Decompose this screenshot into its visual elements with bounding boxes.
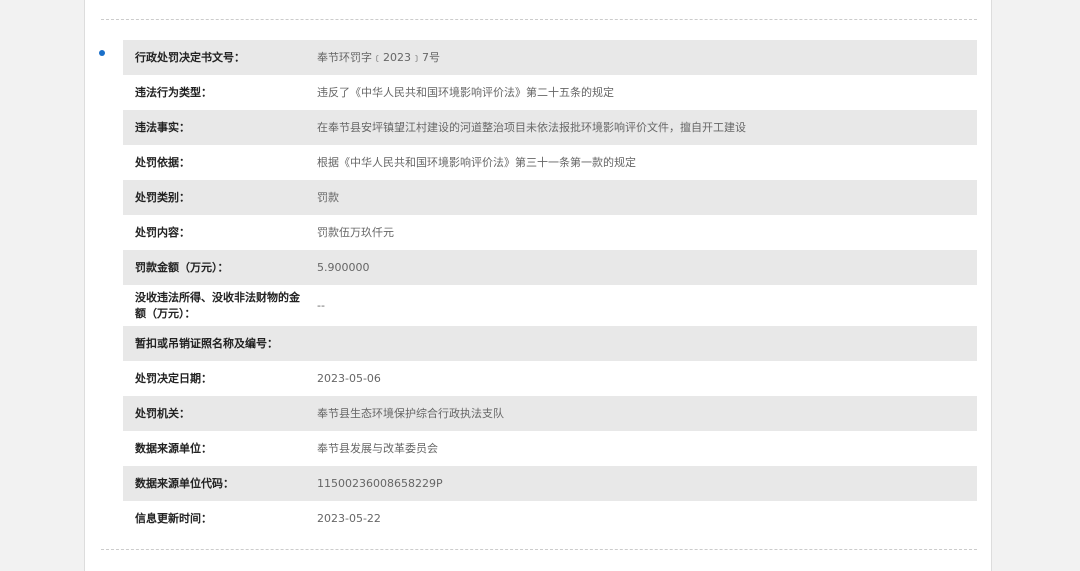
value-violation-facts: 在奉节县安坪镇望江村建设的河道整治项目未依法报批环境影响评价文件，擅自开工建设 bbox=[317, 120, 746, 134]
row-penalty-category: 处罚类别： 罚款 bbox=[123, 180, 977, 215]
row-penalty-content: 处罚内容： 罚款伍万玖仟元 bbox=[123, 215, 977, 250]
value-data-source-code: 11500236008658229P bbox=[317, 476, 443, 490]
label-confiscation-amount: 没收违法所得、没收非法财物的金额（万元）： bbox=[135, 290, 300, 320]
value-penalty-category: 罚款 bbox=[317, 190, 339, 204]
label-fine-amount: 罚款金额（万元）： bbox=[135, 260, 229, 274]
row-penalty-basis: 处罚依据： 根据《中华人民共和国环境影响评价法》第三十一条第一款的规定 bbox=[123, 145, 977, 180]
label-violation-facts: 违法事实： bbox=[135, 120, 190, 134]
label-update-time: 信息更新时间： bbox=[135, 511, 212, 525]
row-data-source: 数据来源单位： 奉节县发展与改革委员会 bbox=[123, 431, 977, 466]
value-penalty-basis: 根据《中华人民共和国环境影响评价法》第三十一条第一款的规定 bbox=[317, 155, 636, 169]
label-decision-date: 处罚决定日期： bbox=[135, 371, 212, 385]
row-violation-type: 违法行为类型： 违反了《中华人民共和国环境影响评价法》第二十五条的规定 bbox=[123, 75, 977, 110]
value-confiscation-amount: -- bbox=[317, 298, 325, 312]
label-penalty-content: 处罚内容： bbox=[135, 225, 190, 239]
bottom-divider bbox=[101, 549, 977, 550]
label-penalty-authority: 处罚机关： bbox=[135, 406, 190, 420]
top-divider bbox=[101, 19, 977, 20]
label-violation-type: 违法行为类型： bbox=[135, 85, 212, 99]
value-decision-date: 2023-05-06 bbox=[317, 371, 381, 385]
row-license-revocation: 暂扣或吊销证照名称及编号： bbox=[123, 326, 977, 361]
row-update-time: 信息更新时间： 2023-05-22 bbox=[123, 501, 977, 536]
row-data-source-code: 数据来源单位代码： 11500236008658229P bbox=[123, 466, 977, 501]
value-penalty-authority: 奉节县生态环境保护综合行政执法支队 bbox=[317, 406, 504, 420]
value-data-source: 奉节县发展与改革委员会 bbox=[317, 441, 438, 455]
label-decision-number: 行政处罚决定书文号： bbox=[135, 50, 245, 64]
value-violation-type: 违反了《中华人民共和国环境影响评价法》第二十五条的规定 bbox=[317, 85, 614, 99]
list-bullet bbox=[99, 50, 105, 56]
label-penalty-category: 处罚类别： bbox=[135, 190, 190, 204]
label-license-revocation: 暂扣或吊销证照名称及编号： bbox=[135, 336, 278, 350]
row-decision-number: 行政处罚决定书文号： 奉节环罚字﹝2023﹞7号 bbox=[123, 40, 977, 75]
row-violation-facts: 违法事实： 在奉节县安坪镇望江村建设的河道整治项目未依法报批环境影响评价文件，擅… bbox=[123, 110, 977, 145]
label-penalty-basis: 处罚依据： bbox=[135, 155, 190, 169]
label-data-source: 数据来源单位： bbox=[135, 441, 212, 455]
record-panel: 行政处罚决定书文号： 奉节环罚字﹝2023﹞7号 违法行为类型： 违反了《中华人… bbox=[84, 0, 992, 571]
value-update-time: 2023-05-22 bbox=[317, 511, 381, 525]
row-confiscation-amount: 没收违法所得、没收非法财物的金额（万元）： -- bbox=[123, 285, 977, 326]
value-penalty-content: 罚款伍万玖仟元 bbox=[317, 225, 394, 239]
label-data-source-code: 数据来源单位代码： bbox=[135, 476, 234, 490]
value-fine-amount: 5.900000 bbox=[317, 260, 370, 274]
row-fine-amount: 罚款金额（万元）： 5.900000 bbox=[123, 250, 977, 285]
record-table: 行政处罚决定书文号： 奉节环罚字﹝2023﹞7号 违法行为类型： 违反了《中华人… bbox=[123, 40, 977, 536]
row-penalty-authority: 处罚机关： 奉节县生态环境保护综合行政执法支队 bbox=[123, 396, 977, 431]
value-decision-number: 奉节环罚字﹝2023﹞7号 bbox=[317, 50, 440, 64]
row-decision-date: 处罚决定日期： 2023-05-06 bbox=[123, 361, 977, 396]
